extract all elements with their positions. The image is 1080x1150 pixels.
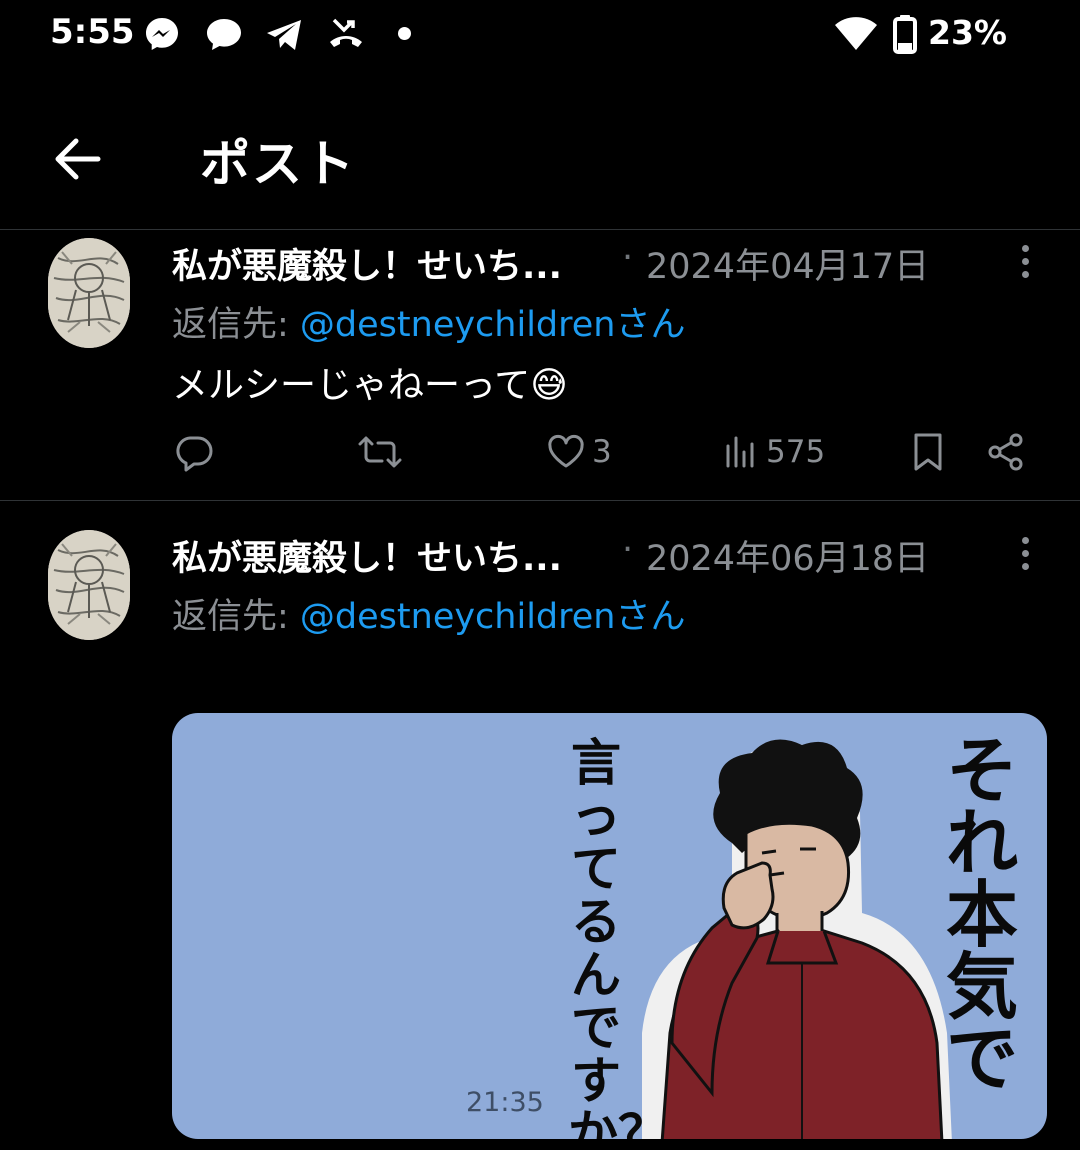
repost-button[interactable] <box>358 422 408 482</box>
post-date: 2024年06月18日 <box>646 539 930 579</box>
separator-dot: · <box>622 530 634 570</box>
avatar-image <box>48 530 130 640</box>
reply-to-line: 返信先: @destneychildrenさん <box>172 588 686 639</box>
sticker-timestamp: 21:35 <box>466 1087 544 1118</box>
author-name[interactable]: 私が悪魔殺し！せいち... <box>172 238 562 289</box>
status-time: 5:55 <box>50 12 135 52</box>
reply-prefix: 返信先: <box>172 305 300 345</box>
messenger-icon <box>146 18 178 50</box>
post-divider <box>0 500 1080 501</box>
share-button[interactable] <box>986 422 1026 482</box>
battery-percentage: 23% <box>928 13 1007 52</box>
reply-handle-link[interactable]: @destneychildren <box>300 597 616 637</box>
reply-suffix: さん <box>615 597 686 637</box>
views-chart-icon <box>726 436 754 468</box>
share-icon <box>988 433 1023 471</box>
wifi-icon <box>835 17 877 50</box>
arrow-left-icon <box>55 138 101 180</box>
reply-prefix: 返信先: <box>172 597 300 637</box>
views-button[interactable]: 575 <box>724 422 825 482</box>
post-item[interactable]: 私が悪魔殺し！せいち... · 2024年04月17日 返信先: @destne… <box>0 230 1080 500</box>
like-count: 3 <box>592 434 612 470</box>
top-app-bar: ポスト <box>0 100 1080 210</box>
sticker-caption-sub: 言ってるんですか？ <box>568 734 668 1140</box>
more-options-button[interactable] <box>1008 236 1042 286</box>
status-bar: 5:55 23% <box>0 0 1080 70</box>
bookmark-icon <box>914 433 942 471</box>
reply-suffix: さん <box>615 305 686 345</box>
reply-to-line: 返信先: @destneychildrenさん <box>172 296 686 347</box>
missed-call-icon <box>330 18 362 47</box>
post-media-sticker[interactable]: それ本気で 言ってるんですか？ 21:35 <box>172 713 1047 1139</box>
post-date: 2024年04月17日 <box>646 247 930 287</box>
reply-button[interactable] <box>174 422 220 482</box>
post-actions: 3 575 <box>0 422 1080 482</box>
battery-icon <box>893 15 917 54</box>
repost-icon <box>358 436 402 468</box>
post-text: メルシーじゃねーって😅 <box>172 365 568 406</box>
chat-bubble-icon <box>207 19 241 50</box>
more-options-button[interactable] <box>1008 528 1042 578</box>
avatar[interactable] <box>48 530 130 640</box>
view-count: 575 <box>766 434 826 470</box>
page-title: ポスト <box>200 135 356 193</box>
telegram-icon <box>267 20 301 50</box>
author-name[interactable]: 私が悪魔殺し！せいち... <box>172 530 562 581</box>
avatar[interactable] <box>48 238 130 348</box>
back-button[interactable] <box>44 126 110 192</box>
sticker-caption-main: それ本気で <box>945 729 1018 1101</box>
notification-dot-icon <box>398 27 411 40</box>
heart-icon <box>548 434 584 468</box>
reply-handle-link[interactable]: @destneychildren <box>300 305 616 345</box>
separator-dot: · <box>622 238 634 278</box>
like-button[interactable]: 3 <box>546 422 612 482</box>
avatar-image <box>48 238 130 348</box>
bookmark-button[interactable] <box>910 422 946 482</box>
reply-icon <box>176 436 213 472</box>
